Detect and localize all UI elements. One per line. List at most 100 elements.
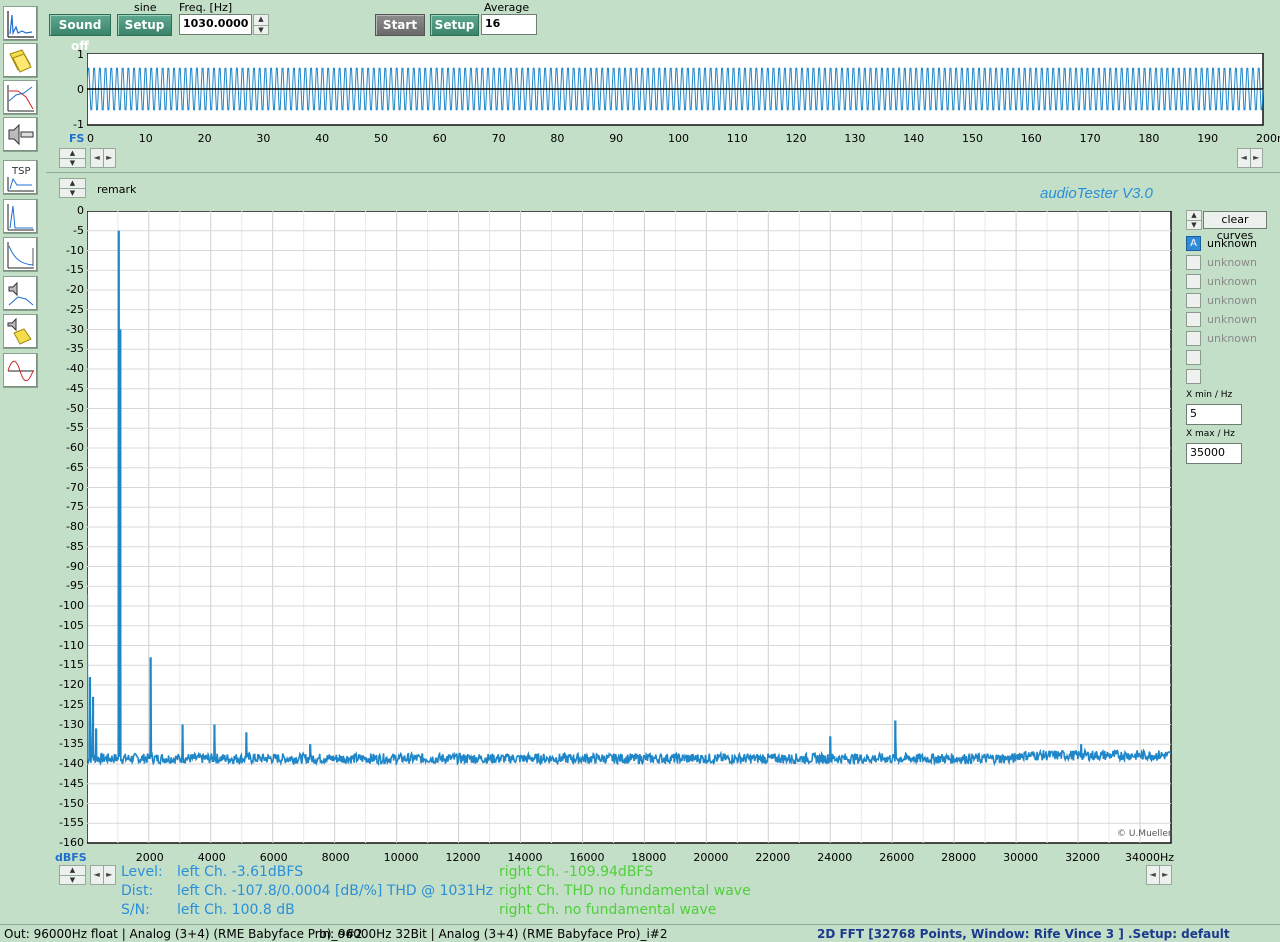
status-bar: Out: 96000Hz float | Analog (3+4) (RME B… (0, 924, 1280, 942)
scope-ytick: 0 (77, 83, 84, 96)
fft-ytick: -120 (59, 678, 84, 691)
xmax-input[interactable]: 35000 (1186, 443, 1242, 464)
scope-y-scroll[interactable]: ▲ ▼ (59, 148, 86, 168)
scope-xtick: 40 (315, 132, 330, 145)
fft-xtick: 20000 (693, 851, 729, 864)
fft-ytick: -75 (66, 500, 84, 514)
scope-xtick: 60 (432, 132, 447, 145)
fft-ytick: -115 (59, 658, 84, 672)
scope-xtick: 50 (374, 132, 388, 145)
scope-xtick: 20 (197, 132, 212, 145)
analyzer-setup-button[interactable]: Setup (430, 14, 479, 36)
scope-xtick: 200ms (1256, 132, 1280, 145)
scope-x-scroll-right[interactable]: ◄ ► (1237, 148, 1263, 168)
fft-xtick: 14000 (507, 851, 543, 864)
fft-ytick: -130 (59, 717, 84, 731)
frequency-response-icon[interactable] (3, 80, 38, 115)
fft-ytick: -70 (66, 480, 84, 494)
fft-ytick: -150 (59, 796, 84, 810)
scope-xtick: 10 (138, 132, 153, 145)
fft-ytick: -55 (66, 421, 84, 435)
fft-ytick: -45 (66, 381, 84, 395)
dist-label: Dist: (121, 883, 154, 899)
frequency-input[interactable]: 1030.0000 (179, 14, 252, 35)
speaker-icon[interactable] (3, 117, 38, 152)
decay-icon[interactable] (3, 237, 38, 272)
fft-ytick: -25 (66, 302, 84, 316)
scope-x-scroll-left[interactable]: ◄ ► (90, 148, 116, 168)
fft-xtick: 4000 (197, 851, 226, 864)
impulse-icon[interactable] (3, 199, 38, 234)
fft-plot (87, 211, 1172, 844)
scope-xtick: 130 (844, 132, 866, 145)
status-mode: 2D FFT [32768 Points, Window: Rife Vince… (817, 927, 1230, 941)
sound-off-button[interactable]: Sound off (49, 14, 111, 53)
status-in: In: 96000Hz 32Bit | Analog (3+4) (RME Ba… (319, 927, 668, 941)
fft-ytick: -15 (66, 263, 84, 277)
level-label: Level: (121, 864, 163, 880)
dist-left-value: left Ch. -107.8/0.0004 [dB/%] THD @ 1031… (177, 883, 494, 899)
fft-ytick: -110 (59, 638, 84, 652)
start-button[interactable]: Start (375, 14, 425, 36)
xmax-label: X max / Hz (1186, 429, 1235, 439)
signal-setup-button[interactable]: Setup (117, 14, 172, 36)
level-left-value: left Ch. -3.61dBFS (177, 864, 304, 880)
oscilloscope-plot (87, 53, 1264, 126)
speaker-files-icon[interactable] (3, 314, 38, 349)
fft-view-icon[interactable] (3, 6, 38, 41)
fft-ytick: -105 (59, 618, 84, 632)
fft-ytick: -50 (66, 401, 84, 415)
oscilloscope-icon[interactable] (3, 353, 38, 388)
fft-ytick: -85 (66, 539, 84, 553)
fft-ytick: -145 (59, 776, 84, 790)
fft-ytick: -35 (66, 342, 84, 356)
scope-xtick: 150 (962, 132, 983, 145)
fft-ytick: -80 (66, 520, 84, 533)
fft-xtick: 10000 (383, 851, 419, 864)
legend-scroll[interactable]: ▲ ▼ (1186, 210, 1202, 230)
legend-checkbox[interactable] (1186, 274, 1201, 289)
fft-ytick: -155 (59, 816, 84, 830)
legend-checkbox[interactable] (1186, 331, 1201, 346)
legend-checkbox[interactable] (1186, 350, 1201, 365)
clear-curves-button[interactable]: clear curves (1203, 211, 1267, 242)
scope-xtick: 80 (550, 132, 565, 145)
legend-label: unknown (1207, 332, 1257, 345)
scope-xtick: 180 (1138, 132, 1160, 145)
average-label: Average (484, 1, 530, 14)
legend-checkbox[interactable] (1186, 255, 1201, 270)
fft-ytick: -140 (59, 757, 84, 770)
average-input[interactable]: 16 (481, 14, 537, 35)
fft-y-scroll[interactable]: ▲ ▼ (59, 865, 86, 885)
scope-xtick: 120 (785, 132, 807, 145)
fs-label: FS (69, 132, 85, 145)
svg-text:TSP: TSP (11, 166, 31, 177)
scope-xtick: 140 (903, 132, 925, 145)
legend-checkbox[interactable]: A (1186, 236, 1201, 251)
remark-scroll[interactable]: ▲ ▼ (59, 178, 86, 198)
fft-x-scroll-left[interactable]: ◄ ► (90, 865, 116, 885)
legend-checkbox[interactable] (1186, 293, 1201, 308)
scope-xtick: 70 (491, 132, 506, 145)
fft-xtick: 12000 (445, 851, 481, 864)
files-icon[interactable] (3, 43, 38, 78)
xmin-input[interactable]: 5 (1186, 404, 1242, 425)
fft-x-scroll-right[interactable]: ◄ ► (1146, 865, 1172, 885)
speaker-response-icon[interactable] (3, 276, 38, 311)
legend-label: unknown (1207, 275, 1257, 288)
fft-ytick: -65 (66, 460, 84, 474)
fft-ytick: -5 (73, 223, 84, 237)
copyright-label: © U.Mueller (1117, 829, 1172, 839)
fft-ytick: -90 (66, 559, 84, 573)
fft-xtick: 2000 (135, 851, 164, 864)
fft-xtick: 32000 (1065, 851, 1101, 864)
scope-xtick: 170 (1079, 132, 1101, 145)
frequency-spinner[interactable]: ▲ ▼ (253, 14, 269, 35)
fft-xtick: 26000 (879, 851, 915, 864)
app-title: audioTester V3.0 (1040, 185, 1153, 202)
legend-checkbox[interactable] (1186, 312, 1201, 327)
fft-ytick: -20 (66, 283, 84, 296)
legend-checkbox[interactable] (1186, 369, 1201, 384)
tsp-icon[interactable]: TSP (3, 160, 38, 195)
sn-left-value: left Ch. 100.8 dB (177, 902, 295, 918)
